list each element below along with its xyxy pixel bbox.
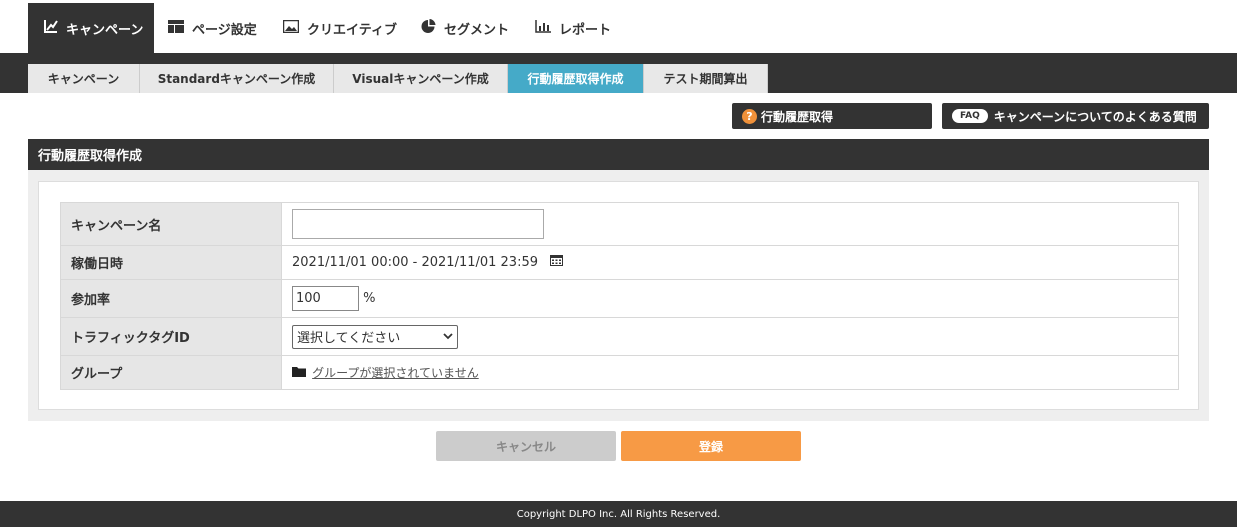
topnav-item-campaign[interactable]: キャンペーン bbox=[28, 3, 154, 53]
period-cell: 2021/11/01 00:00 - 2021/11/01 23:59 bbox=[281, 245, 1179, 280]
panel-body: キャンペーン名 稼働日時 2021/11/01 00:00 - 2021/11/… bbox=[28, 170, 1209, 421]
form-table: キャンペーン名 稼働日時 2021/11/01 00:00 - 2021/11/… bbox=[60, 202, 1179, 390]
tab-label: Standardキャンペーン作成 bbox=[157, 72, 316, 86]
form-row-rate: 参加率 100 % bbox=[60, 279, 1179, 318]
faq-label: キャンペーンについてのよくある質問 bbox=[993, 109, 1197, 124]
rate-unit: % bbox=[363, 291, 376, 306]
group-label: グループ bbox=[60, 355, 282, 390]
pie-icon bbox=[421, 18, 436, 38]
topnav-label: ページ設定 bbox=[192, 22, 257, 38]
tab-campaign[interactable]: キャンペーン bbox=[28, 64, 140, 93]
rate-label: 参加率 bbox=[60, 279, 282, 318]
name-label: キャンペーン名 bbox=[60, 202, 282, 246]
participation-rate-input[interactable]: 100 bbox=[292, 286, 359, 311]
topnav-item-creative[interactable]: クリエイティブ bbox=[282, 3, 397, 53]
rate-cell: 100 % bbox=[281, 279, 1179, 318]
topnav-item-segment[interactable]: セグメント bbox=[421, 3, 509, 53]
topnav-item-report[interactable]: レポート bbox=[535, 3, 611, 53]
cancel-button[interactable]: キャンセル bbox=[436, 431, 616, 461]
behavior-history-help-button[interactable]: ? 行動履歴取得 bbox=[732, 103, 932, 129]
faq-badge: FAQ bbox=[952, 109, 988, 123]
topnav-label: セグメント bbox=[444, 22, 510, 38]
form-row-tag: トラフィックタグID 選択してください bbox=[60, 317, 1179, 356]
panel-title: 行動履歴取得作成 bbox=[28, 139, 1209, 170]
sub-nav: キャンペーン Standardキャンペーン作成 Visualキャンペーン作成 行… bbox=[0, 53, 1237, 93]
faq-button[interactable]: FAQ キャンペーンについてのよくある質問 bbox=[942, 103, 1209, 129]
name-cell bbox=[281, 202, 1179, 246]
tab-test-period[interactable]: テスト期間算出 bbox=[644, 64, 768, 93]
question-icon: ? bbox=[742, 108, 757, 124]
group-select-link[interactable]: グループが選択されていません bbox=[312, 366, 479, 380]
footer: Copyright DLPO Inc. All Rights Reserved. bbox=[0, 501, 1237, 527]
layout-icon bbox=[168, 19, 184, 37]
form-row-period: 稼働日時 2021/11/01 00:00 - 2021/11/01 23:59 bbox=[60, 245, 1179, 280]
group-cell: グループが選択されていません bbox=[281, 355, 1179, 390]
topnav-label: レポート bbox=[559, 22, 612, 38]
chart-icon bbox=[44, 19, 58, 37]
tab-standard-campaign[interactable]: Standardキャンペーン作成 bbox=[140, 64, 334, 93]
tab-label: Visualキャンペーン作成 bbox=[352, 72, 489, 86]
tab-label: テスト期間算出 bbox=[663, 72, 748, 86]
help-label: 行動履歴取得 bbox=[761, 109, 834, 124]
tab-visual-campaign[interactable]: Visualキャンペーン作成 bbox=[334, 64, 508, 93]
tag-cell: 選択してください bbox=[281, 317, 1179, 356]
tab-label: 行動履歴取得作成 bbox=[527, 72, 624, 86]
traffic-tag-select[interactable]: 選択してください bbox=[292, 324, 458, 349]
chevron-down-icon bbox=[443, 330, 453, 343]
period-value: 2021/11/01 00:00 - 2021/11/01 23:59 bbox=[292, 255, 539, 270]
image-icon bbox=[282, 19, 300, 37]
tag-label: トラフィックタグID bbox=[60, 317, 282, 356]
topnav-item-page-settings[interactable]: ページ設定 bbox=[168, 3, 257, 53]
select-value: 選択してください bbox=[297, 331, 401, 346]
calendar-icon[interactable] bbox=[550, 255, 564, 270]
form-row-name: キャンペーン名 bbox=[60, 202, 1179, 246]
folder-icon bbox=[292, 366, 306, 381]
form-container: キャンペーン名 稼働日時 2021/11/01 00:00 - 2021/11/… bbox=[38, 181, 1199, 410]
form-row-group: グループ グループが選択されていません bbox=[60, 355, 1179, 390]
topnav-label: キャンペーン bbox=[66, 22, 144, 38]
tab-behavior-history[interactable]: 行動履歴取得作成 bbox=[508, 64, 644, 93]
save-button[interactable]: 登録 bbox=[621, 431, 801, 461]
top-nav: キャンペーン ページ設定 クリエイティブ セグメント レポート bbox=[0, 0, 1237, 53]
copyright-text: Copyright DLPO Inc. All Rights Reserved. bbox=[516, 508, 721, 520]
campaign-name-input[interactable] bbox=[292, 209, 544, 239]
period-label: 稼働日時 bbox=[60, 245, 282, 280]
tab-label: キャンペーン bbox=[47, 72, 120, 86]
bar-chart-icon bbox=[535, 19, 551, 37]
topnav-label: クリエイティブ bbox=[307, 22, 397, 38]
